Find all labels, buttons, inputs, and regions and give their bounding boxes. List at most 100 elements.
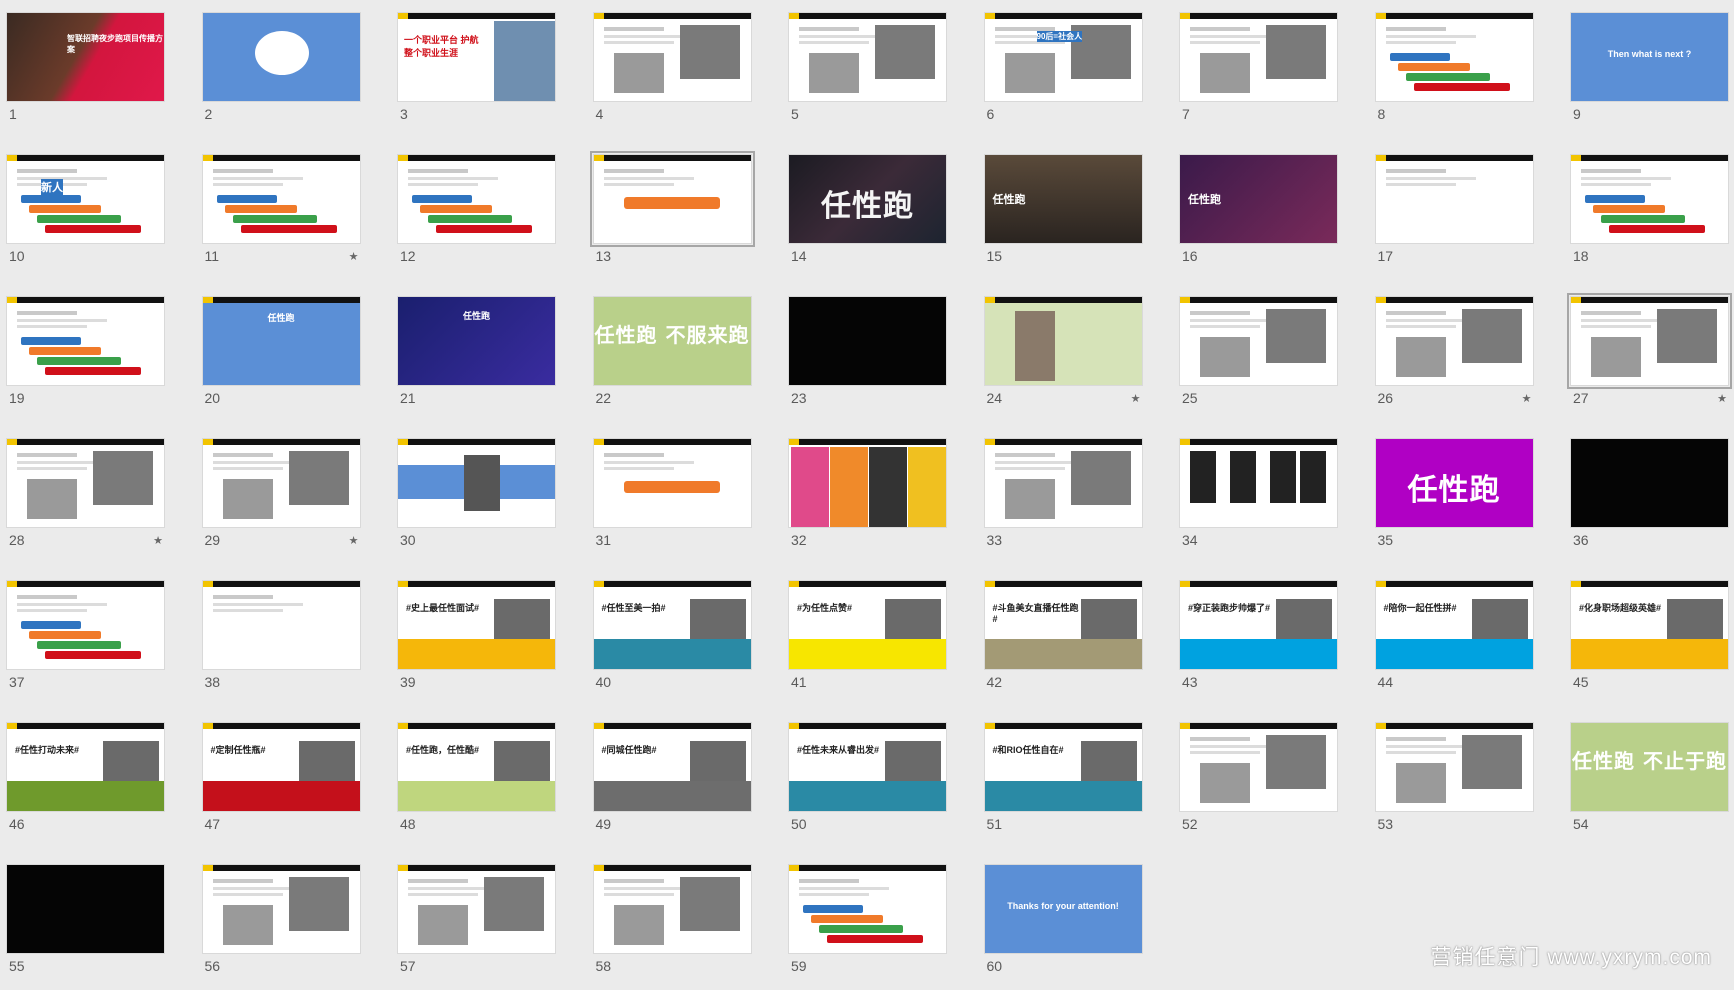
slide-preview[interactable] — [397, 864, 556, 954]
slide-thumbnail-43[interactable]: #穿正装跑步帅爆了# 43 — [1174, 568, 1356, 706]
slide-preview[interactable] — [1179, 12, 1338, 102]
slide-preview[interactable]: 任性跑 不服来跑 — [592, 296, 752, 386]
slide-thumbnail-16[interactable]: 任性跑 16 — [1174, 142, 1356, 280]
slide-preview[interactable] — [1179, 722, 1338, 812]
transition-star-icon[interactable]: ★ — [349, 250, 359, 263]
slide-preview[interactable] — [1374, 154, 1534, 244]
slide-thumbnail-4[interactable]: 4 — [588, 0, 770, 138]
slide-thumbnail-54[interactable]: 任性跑 不止于跑 54 — [1565, 710, 1734, 848]
slide-thumbnail-11[interactable]: 11 ★ — [197, 142, 379, 280]
slide-preview[interactable] — [1179, 296, 1338, 386]
slide-thumbnail-22[interactable]: 任性跑 不服来跑 22 — [588, 284, 770, 422]
slide-thumbnail-44[interactable]: #陪你一起任性拼# 44 — [1370, 568, 1552, 706]
slide-thumbnail-21[interactable]: 任性跑 21 — [392, 284, 574, 422]
slide-thumbnail-39[interactable]: #史上最任性面试# 39 — [392, 568, 574, 706]
slide-thumbnail-34[interactable]: 34 — [1174, 426, 1356, 564]
slide-preview[interactable] — [6, 580, 165, 670]
slide-preview[interactable]: #史上最任性面试# — [397, 580, 556, 670]
slide-preview[interactable] — [788, 12, 947, 102]
slide-thumbnail-10[interactable]: 新人 10 — [1, 142, 183, 280]
slide-thumbnail-8[interactable]: 8 — [1370, 0, 1552, 138]
slide-preview[interactable] — [1374, 722, 1534, 812]
transition-star-icon[interactable]: ★ — [1522, 392, 1532, 405]
slide-thumbnail-58[interactable]: 58 — [588, 852, 770, 990]
slide-preview[interactable] — [201, 580, 361, 670]
slide-thumbnail-41[interactable]: #为任性点赞# 41 — [783, 568, 965, 706]
slide-thumbnail-45[interactable]: #化身职场超级英雄# 45 — [1565, 568, 1734, 706]
transition-star-icon[interactable]: ★ — [1717, 392, 1727, 405]
slide-preview[interactable]: #同城任性跑# — [592, 722, 752, 812]
slide-thumbnail-31[interactable]: 31 — [588, 426, 770, 564]
slide-preview[interactable]: #任性未来从睿出发# — [788, 722, 947, 812]
slide-thumbnail-32[interactable]: 32 — [783, 426, 965, 564]
slide-preview[interactable] — [397, 438, 556, 528]
slide-preview[interactable]: 任性跑 — [983, 154, 1143, 244]
slide-preview[interactable]: #任性至美一拍# — [592, 580, 752, 670]
slide-thumbnail-49[interactable]: #同城任性跑# 49 — [588, 710, 770, 848]
slide-preview[interactable]: #斗鱼美女直播任性跑# — [983, 580, 1143, 670]
slide-thumbnail-17[interactable]: 17 — [1370, 142, 1552, 280]
slide-thumbnail-2[interactable]: 2 — [197, 0, 379, 138]
slide-thumbnail-56[interactable]: 56 — [197, 852, 379, 990]
transition-star-icon[interactable]: ★ — [1131, 392, 1141, 405]
slide-thumbnail-46[interactable]: #任性打动未来# 46 — [1, 710, 183, 848]
slide-thumbnail-18[interactable]: 18 — [1565, 142, 1734, 280]
slide-preview[interactable]: #定制任性瓶# — [201, 722, 361, 812]
slide-thumbnail-27[interactable]: 27 ★ — [1565, 284, 1734, 422]
transition-star-icon[interactable]: ★ — [349, 534, 359, 547]
slide-thumbnail-13[interactable]: 13 — [588, 142, 770, 280]
slide-preview[interactable]: Then what is next ? — [1570, 12, 1729, 102]
slide-preview[interactable]: #化身职场超级英雄# — [1570, 580, 1729, 670]
slide-preview[interactable] — [788, 296, 947, 386]
slide-thumbnail-20[interactable]: 任性跑 20 — [197, 284, 379, 422]
slide-thumbnail-14[interactable]: 任性跑 14 — [783, 142, 965, 280]
slide-preview[interactable]: 任性跑 — [1179, 154, 1338, 244]
slide-preview[interactable]: 任性跑 — [1374, 438, 1534, 528]
slide-thumbnail-15[interactable]: 任性跑 15 — [979, 142, 1161, 280]
slide-thumbnail-52[interactable]: 52 — [1174, 710, 1356, 848]
slide-preview[interactable]: #和RIO任性自在# — [983, 722, 1143, 812]
slide-preview[interactable] — [592, 864, 752, 954]
slide-thumbnail-7[interactable]: 7 — [1174, 0, 1356, 138]
slide-preview[interactable] — [6, 864, 165, 954]
slide-preview[interactable]: 90后=社会人 — [983, 12, 1143, 102]
slide-preview[interactable] — [1374, 12, 1534, 102]
slide-thumbnail-29[interactable]: 29 ★ — [197, 426, 379, 564]
slide-preview[interactable] — [6, 438, 165, 528]
slide-thumbnail-25[interactable]: 25 — [1174, 284, 1356, 422]
slide-thumbnail-50[interactable]: #任性未来从睿出发# 50 — [783, 710, 965, 848]
slide-preview[interactable]: 新人 — [6, 154, 165, 244]
slide-thumbnail-60[interactable]: Thanks for your attention! 60 — [979, 852, 1161, 990]
slide-thumbnail-38[interactable]: 38 — [197, 568, 379, 706]
slide-preview[interactable] — [589, 151, 755, 247]
slide-thumbnail-51[interactable]: #和RIO任性自在# 51 — [979, 710, 1161, 848]
slide-preview[interactable] — [592, 438, 752, 528]
slide-preview[interactable]: #穿正装跑步帅爆了# — [1179, 580, 1338, 670]
slide-preview[interactable] — [201, 12, 361, 102]
slide-thumbnail-42[interactable]: #斗鱼美女直播任性跑# 42 — [979, 568, 1161, 706]
slide-preview[interactable]: #陪你一起任性拼# — [1374, 580, 1534, 670]
slide-thumbnail-57[interactable]: 57 — [392, 852, 574, 990]
slide-preview[interactable]: 任性跑 — [397, 296, 556, 386]
slide-preview[interactable] — [6, 296, 165, 386]
slide-thumbnail-19[interactable]: 19 — [1, 284, 183, 422]
slide-thumbnail-28[interactable]: 28 ★ — [1, 426, 183, 564]
slide-preview[interactable] — [1570, 438, 1729, 528]
slide-thumbnail-47[interactable]: #定制任性瓶# 47 — [197, 710, 379, 848]
slide-thumbnail-9[interactable]: Then what is next ? 9 — [1565, 0, 1734, 138]
slide-preview[interactable]: #任性跑，任性酷# — [397, 722, 556, 812]
slide-preview[interactable] — [983, 296, 1143, 386]
slide-preview[interactable]: 任性跑 — [201, 296, 361, 386]
slide-preview[interactable]: 智联招聘夜步跑项目传播方案 — [6, 12, 165, 102]
slide-preview[interactable] — [397, 154, 556, 244]
slide-thumbnail-23[interactable]: 23 — [783, 284, 965, 422]
transition-star-icon[interactable]: ★ — [153, 534, 163, 547]
slide-thumbnail-6[interactable]: 90后=社会人 6 — [979, 0, 1161, 138]
slide-thumbnail-48[interactable]: #任性跑，任性酷# 48 — [392, 710, 574, 848]
slide-thumbnail-33[interactable]: 33 — [979, 426, 1161, 564]
slide-thumbnail-24[interactable]: 24 ★ — [979, 284, 1161, 422]
slide-thumbnail-30[interactable]: 30 — [392, 426, 574, 564]
slide-thumbnail-55[interactable]: 55 — [1, 852, 183, 990]
slide-preview[interactable] — [1374, 296, 1534, 386]
slide-thumbnail-35[interactable]: 任性跑 35 — [1370, 426, 1552, 564]
